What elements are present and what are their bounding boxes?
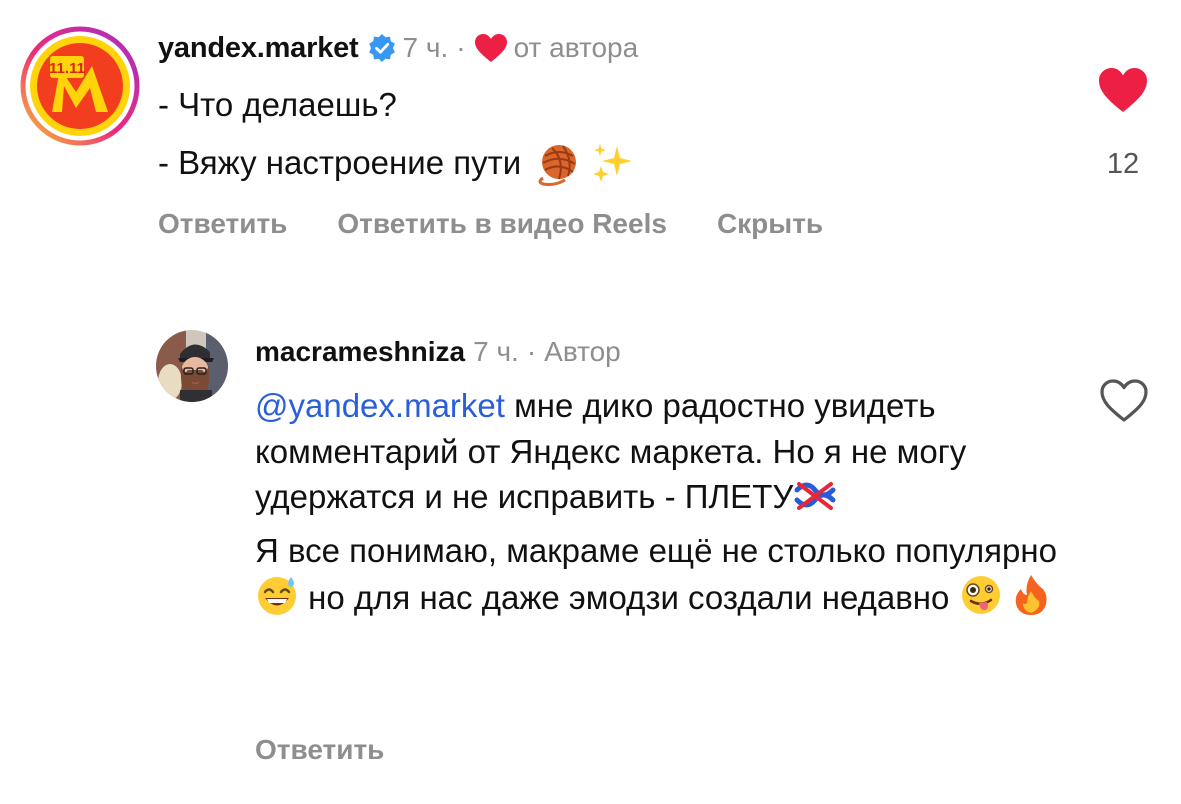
separator: · xyxy=(526,336,537,367)
like-heart-outline-icon[interactable] xyxy=(1099,378,1149,424)
username[interactable]: yandex.market xyxy=(158,32,359,65)
reply-button[interactable]: Ответить xyxy=(158,208,287,240)
comment-header: macrameshniza 7 ч. · Автор xyxy=(255,334,621,370)
comment-text: но для нас даже эмодзи создали недавно xyxy=(299,579,959,616)
author-liked-heart-icon xyxy=(474,33,508,63)
comment-actions: Ответить Ответить в видео Reels Скрыть xyxy=(158,208,873,240)
author-liked-label: от автора xyxy=(513,32,639,63)
comment-body: @yandex.market мне дико радостно увидеть… xyxy=(255,383,1075,621)
comment-text: Я все понимаю, макраме ещё не столько по… xyxy=(255,531,1057,569)
yarn-ball-emoji xyxy=(535,140,581,186)
avatar-macrameshniza[interactable] xyxy=(156,330,228,402)
hide-button[interactable]: Скрыть xyxy=(717,208,823,240)
knot-crossed-emoji xyxy=(793,478,837,512)
comment-text: - Вяжу настроение пути xyxy=(158,144,522,181)
svg-text:11.11: 11.11 xyxy=(49,60,85,77)
avatar-yandex-market[interactable]: 11.11 xyxy=(20,26,140,146)
separator: · xyxy=(456,32,466,63)
zany-face-emoji xyxy=(959,573,1003,617)
mention-link[interactable]: @yandex.market xyxy=(255,387,505,424)
timestamp: 7 ч. xyxy=(473,336,519,367)
verified-badge-icon xyxy=(367,33,397,63)
like-count: 12 xyxy=(1106,148,1140,180)
author-label: Автор xyxy=(544,336,621,367)
comment-paragraph-2: Я все понимаю, макраме ещё не столько по… xyxy=(255,528,1075,621)
timestamp: 7 ч. xyxy=(402,32,449,63)
like-heart-icon[interactable] xyxy=(1097,66,1149,114)
comment-header: yandex.market 7 ч. · от автора xyxy=(158,28,638,68)
reply-button[interactable]: Ответить xyxy=(255,734,384,766)
reply-reels-button[interactable]: Ответить в видео Reels xyxy=(337,208,667,240)
sweat-smile-emoji xyxy=(255,573,299,617)
comment-paragraph-1: @yandex.market мне дико радостно увидеть… xyxy=(255,383,1075,520)
sparkles-emoji xyxy=(589,140,635,186)
comment-text-line-1: - Что делаешь? xyxy=(158,86,397,123)
username[interactable]: macrameshniza xyxy=(255,336,465,368)
comment-text-line-2: - Вяжу настроение пути xyxy=(158,140,635,186)
fire-emoji xyxy=(1011,573,1051,617)
